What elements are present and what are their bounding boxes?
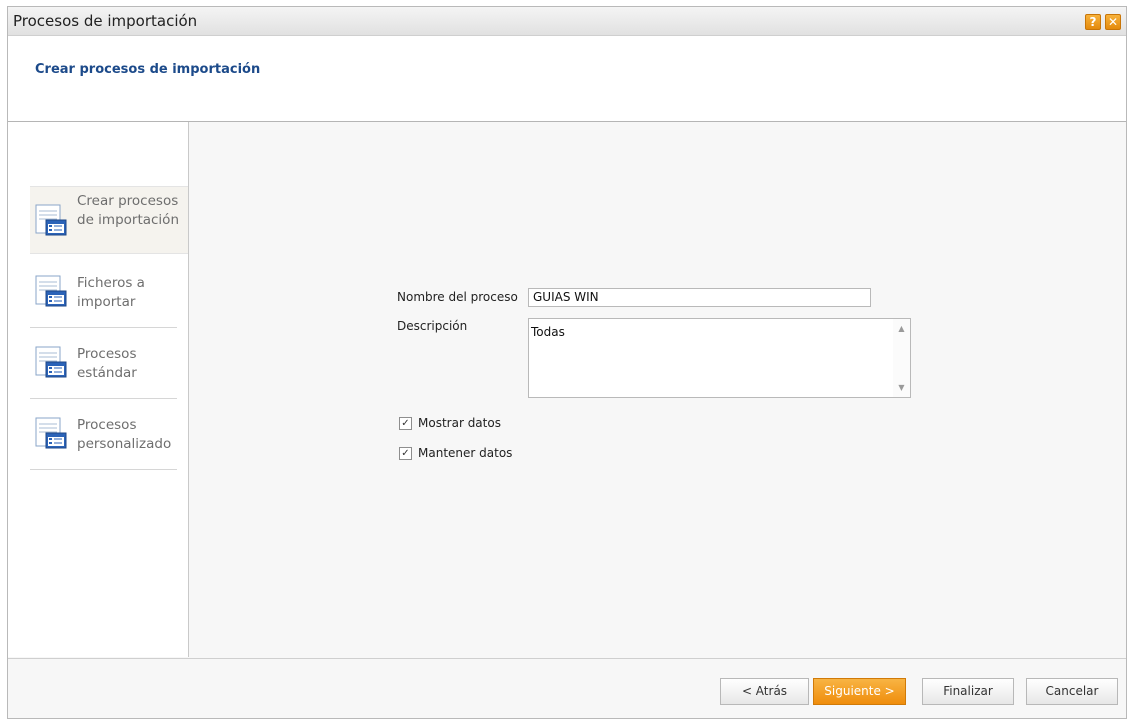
wizard-steps-sidebar: Crear procesos de importación Ficheros a… bbox=[8, 122, 189, 657]
sidebar-item-crear-procesos[interactable]: Crear procesos de importación bbox=[30, 186, 188, 254]
divider bbox=[30, 398, 177, 399]
wizard-footer: < Atrás Siguiente > Finalizar Cancelar bbox=[8, 658, 1126, 718]
description-label: Descripción bbox=[397, 319, 468, 333]
divider bbox=[30, 469, 177, 470]
cancel-button[interactable]: Cancelar bbox=[1026, 678, 1118, 705]
window-title: Procesos de importación bbox=[13, 12, 198, 30]
scroll-down-icon[interactable]: ▼ bbox=[893, 380, 910, 395]
import-process-window: Procesos de importación ? ✕ Crear proces… bbox=[7, 6, 1127, 719]
keep-data-label: Mantener datos bbox=[418, 446, 513, 460]
sidebar-item-procesos-personalizado[interactable]: Procesos personalizado bbox=[30, 402, 177, 470]
next-button[interactable]: Siguiente > bbox=[813, 678, 906, 705]
sidebar-item-label: Ficheros a importar bbox=[77, 275, 145, 310]
sidebar-item-label: Procesos estándar bbox=[77, 346, 137, 381]
sidebar-item-label: Procesos personalizado bbox=[77, 417, 172, 452]
sidebar-item-label: Crear procesos de importación bbox=[77, 193, 180, 228]
wizard-header: Crear procesos de importación bbox=[8, 36, 1126, 122]
page-title: Crear procesos de importación bbox=[35, 62, 261, 77]
back-button[interactable]: < Atrás bbox=[720, 678, 809, 705]
form-list-icon bbox=[35, 417, 67, 449]
process-name-input[interactable]: GUIAS WIN bbox=[528, 288, 871, 307]
sidebar-item-procesos-estandar[interactable]: Procesos estándar bbox=[30, 331, 177, 399]
title-bar: Procesos de importación ? ✕ bbox=[8, 7, 1126, 36]
show-data-label: Mostrar datos bbox=[418, 416, 501, 430]
divider bbox=[30, 327, 177, 328]
description-textarea[interactable]: Todas ▲ ▼ bbox=[528, 318, 911, 398]
keep-data-checkbox[interactable]: ✓ bbox=[399, 447, 412, 460]
show-data-checkbox[interactable]: ✓ bbox=[399, 417, 412, 430]
form-list-icon bbox=[35, 346, 67, 378]
show-data-checkbox-row[interactable]: ✓ Mostrar datos bbox=[399, 416, 529, 432]
sidebar-item-ficheros[interactable]: Ficheros a importar bbox=[30, 260, 177, 328]
description-value: Todas bbox=[531, 325, 565, 339]
finish-button[interactable]: Finalizar bbox=[922, 678, 1014, 705]
scroll-up-icon[interactable]: ▲ bbox=[893, 321, 910, 336]
process-name-label: Nombre del proceso bbox=[397, 290, 518, 304]
form-list-icon bbox=[35, 275, 67, 307]
keep-data-checkbox-row[interactable]: ✓ Mantener datos bbox=[399, 446, 539, 462]
form-list-icon bbox=[35, 204, 67, 236]
wizard-content: Nombre del proceso GUIAS WIN Descripción… bbox=[189, 122, 1126, 657]
close-icon[interactable]: ✕ bbox=[1105, 14, 1121, 30]
help-icon[interactable]: ? bbox=[1085, 14, 1101, 30]
description-scrollbar[interactable]: ▲ ▼ bbox=[893, 319, 910, 397]
